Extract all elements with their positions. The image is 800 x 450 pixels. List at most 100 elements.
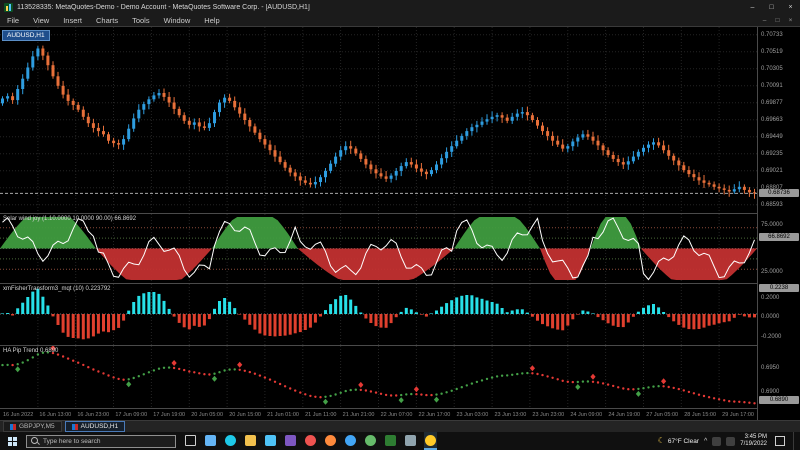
menu-item-charts[interactable]: Charts — [89, 16, 125, 25]
taskbar-app-mail[interactable] — [204, 432, 217, 450]
chrome-icon — [305, 435, 316, 446]
time-axis-label: 27 Jun 05:00 — [646, 412, 678, 418]
time-axis-label: 20 Jun 05:00 — [191, 412, 223, 418]
solar-wind-indicator-pane[interactable] — [0, 214, 757, 283]
fisher-value-tag: 0.2238 — [759, 284, 799, 292]
menu-item-help[interactable]: Help — [197, 16, 226, 25]
chart-tabs-bar: GBPJPY,M5 AUDUSD,H1 — [0, 420, 800, 432]
weather-widget[interactable]: ☾ 67°F Clear — [658, 437, 699, 445]
taskbar-app-folder[interactable] — [244, 432, 257, 450]
taskbar-app-store[interactable] — [264, 432, 277, 450]
taskbar-app-metatrader[interactable] — [424, 432, 437, 450]
search-placeholder: Type here to search — [43, 438, 100, 445]
time-axis-label: 21 Jun 11:00 — [305, 412, 336, 418]
menu-item-window[interactable]: Window — [157, 16, 198, 25]
network-icon[interactable] — [712, 437, 721, 446]
photos-icon — [285, 435, 296, 446]
price-scale-label: 0.69235 — [761, 151, 783, 158]
fisher-transform-indicator-pane[interactable] — [0, 284, 757, 345]
time-axis-label: 16 Jun 13:00 — [39, 412, 71, 418]
taskbar-app-icons — [184, 432, 437, 450]
volume-icon[interactable] — [726, 437, 735, 446]
menu-item-insert[interactable]: Insert — [56, 16, 89, 25]
chart-tab-label: GBPJPY,M5 — [19, 422, 55, 431]
taskbar-app-edge[interactable] — [224, 432, 237, 450]
notepad-icon — [405, 435, 416, 446]
current-price-tag: 0.68736 — [759, 189, 799, 197]
price-scale-label: 75.0000 — [761, 222, 783, 229]
telegram-icon — [345, 435, 356, 446]
taskbar-app-notepad[interactable] — [404, 432, 417, 450]
taskbar-app-whatsapp[interactable] — [364, 432, 377, 450]
close-button[interactable]: × — [781, 0, 800, 14]
price-scale[interactable]: 0.707330.705190.703050.700910.698770.696… — [757, 27, 800, 420]
price-scale-label: 0.70733 — [761, 32, 783, 39]
title-bar[interactable]: 113528335: MetaQuotes-Demo - Demo Accoun… — [0, 0, 800, 14]
price-scale-label: 0.68593 — [761, 202, 783, 209]
chart-area: AUDUSD,H1 Solar wind joy (1.10.0000 10.0… — [0, 27, 800, 432]
indicator-label-pip-trend: HA Pip Trend 0.6890 — [3, 348, 58, 354]
time-axis-label: 17 Jun 09:00 — [115, 412, 147, 418]
chart-restore-button[interactable]: □ — [771, 17, 784, 24]
time-axis-label: 16 Jun 2022 — [3, 412, 33, 418]
time-axis-label: 17 Jun 19:00 — [153, 412, 185, 418]
taskbar-app-chrome[interactable] — [304, 432, 317, 450]
chart-tab-gbpjpy-m5[interactable]: GBPJPY,M5 — [3, 421, 62, 432]
pip-trend-indicator-pane[interactable] — [0, 346, 757, 408]
maximize-button[interactable]: □ — [762, 0, 781, 14]
taskbar-app-excel[interactable] — [384, 432, 397, 450]
window-title: 113528335: MetaQuotes-Demo - Demo Accoun… — [17, 4, 743, 11]
minimize-button[interactable]: – — [743, 0, 762, 14]
symbol-label[interactable]: AUDUSD,H1 — [2, 30, 50, 41]
store-icon — [265, 435, 276, 446]
taskbar-app-task-view[interactable] — [184, 432, 197, 450]
time-axis-label: 16 Jun 23:00 — [77, 412, 109, 418]
chart-tab-icon — [72, 424, 78, 430]
time-axis-label: 28 Jun 15:00 — [684, 412, 716, 418]
main-price-chart[interactable] — [0, 27, 757, 213]
chart-window-controls: – □ × — [758, 17, 800, 24]
chart-tab-audusd-h1[interactable]: AUDUSD,H1 — [65, 421, 126, 432]
tray-expand-icon[interactable]: ^ — [704, 438, 707, 445]
window-controls: – □ × — [743, 0, 800, 14]
time-axis-label: 20 Jun 15:00 — [229, 412, 261, 418]
price-scale-label: 0.70519 — [761, 49, 783, 56]
price-scale-label: 0.70091 — [761, 83, 783, 90]
system-tray: ☾ 67°F Clear ^ 3:45 PM 7/19/2022 — [658, 432, 800, 450]
time-axis-label: 29 Jun 17:00 — [722, 412, 754, 418]
taskbar-clock[interactable]: 3:45 PM 7/19/2022 — [740, 434, 767, 448]
price-scale-label: 25.0000 — [761, 269, 783, 276]
time-axis-label: 22 Jun 07:00 — [381, 412, 413, 418]
taskbar-search[interactable]: Type here to search — [26, 435, 176, 448]
chart-tab-label: AUDUSD,H1 — [81, 422, 119, 431]
task-view-icon — [185, 435, 196, 446]
price-scale-label: 0.69663 — [761, 117, 783, 124]
action-center-icon[interactable] — [775, 436, 785, 446]
time-axis-label: 23 Jun 13:00 — [494, 412, 526, 418]
edge-icon — [225, 435, 236, 446]
taskbar-app-photos[interactable] — [284, 432, 297, 450]
metatrader-window: 113528335: MetaQuotes-Demo - Demo Accoun… — [0, 0, 800, 450]
menu-item-file[interactable]: File — [0, 16, 26, 25]
chart-minimize-button[interactable]: – — [758, 17, 771, 24]
clock-time: 3:45 PM — [740, 434, 767, 441]
menu-item-tools[interactable]: Tools — [125, 16, 157, 25]
indicator-label-solar-wind: Solar wind joy (1.10.0000 10.0000 90.00)… — [3, 216, 136, 222]
time-axis-label: 21 Jun 01:00 — [267, 412, 299, 418]
chart-close-button[interactable]: × — [784, 17, 797, 24]
price-scale-label: 0.6950 — [761, 365, 779, 372]
moon-icon: ☾ — [658, 437, 665, 445]
show-desktop-button[interactable] — [793, 432, 797, 450]
solar-wind-value-tag: 66.8692 — [759, 233, 799, 241]
price-scale-label: 0.6900 — [761, 389, 779, 396]
menu-item-view[interactable]: View — [26, 16, 56, 25]
taskbar-app-telegram[interactable] — [344, 432, 357, 450]
time-axis-label: 23 Jun 03:00 — [457, 412, 489, 418]
time-axis[interactable]: 16 Jun 2022 16 Jun 13:00 16 Jun 23:00 17 Ju… — [0, 409, 757, 420]
price-scale-label: 0.69021 — [761, 168, 783, 175]
price-scale-label: 0.70305 — [761, 66, 783, 73]
start-button[interactable] — [0, 432, 24, 450]
taskbar-app-firefox[interactable] — [324, 432, 337, 450]
price-scale-label: -0.2000 — [761, 334, 781, 341]
chart-tab-icon — [10, 424, 16, 430]
